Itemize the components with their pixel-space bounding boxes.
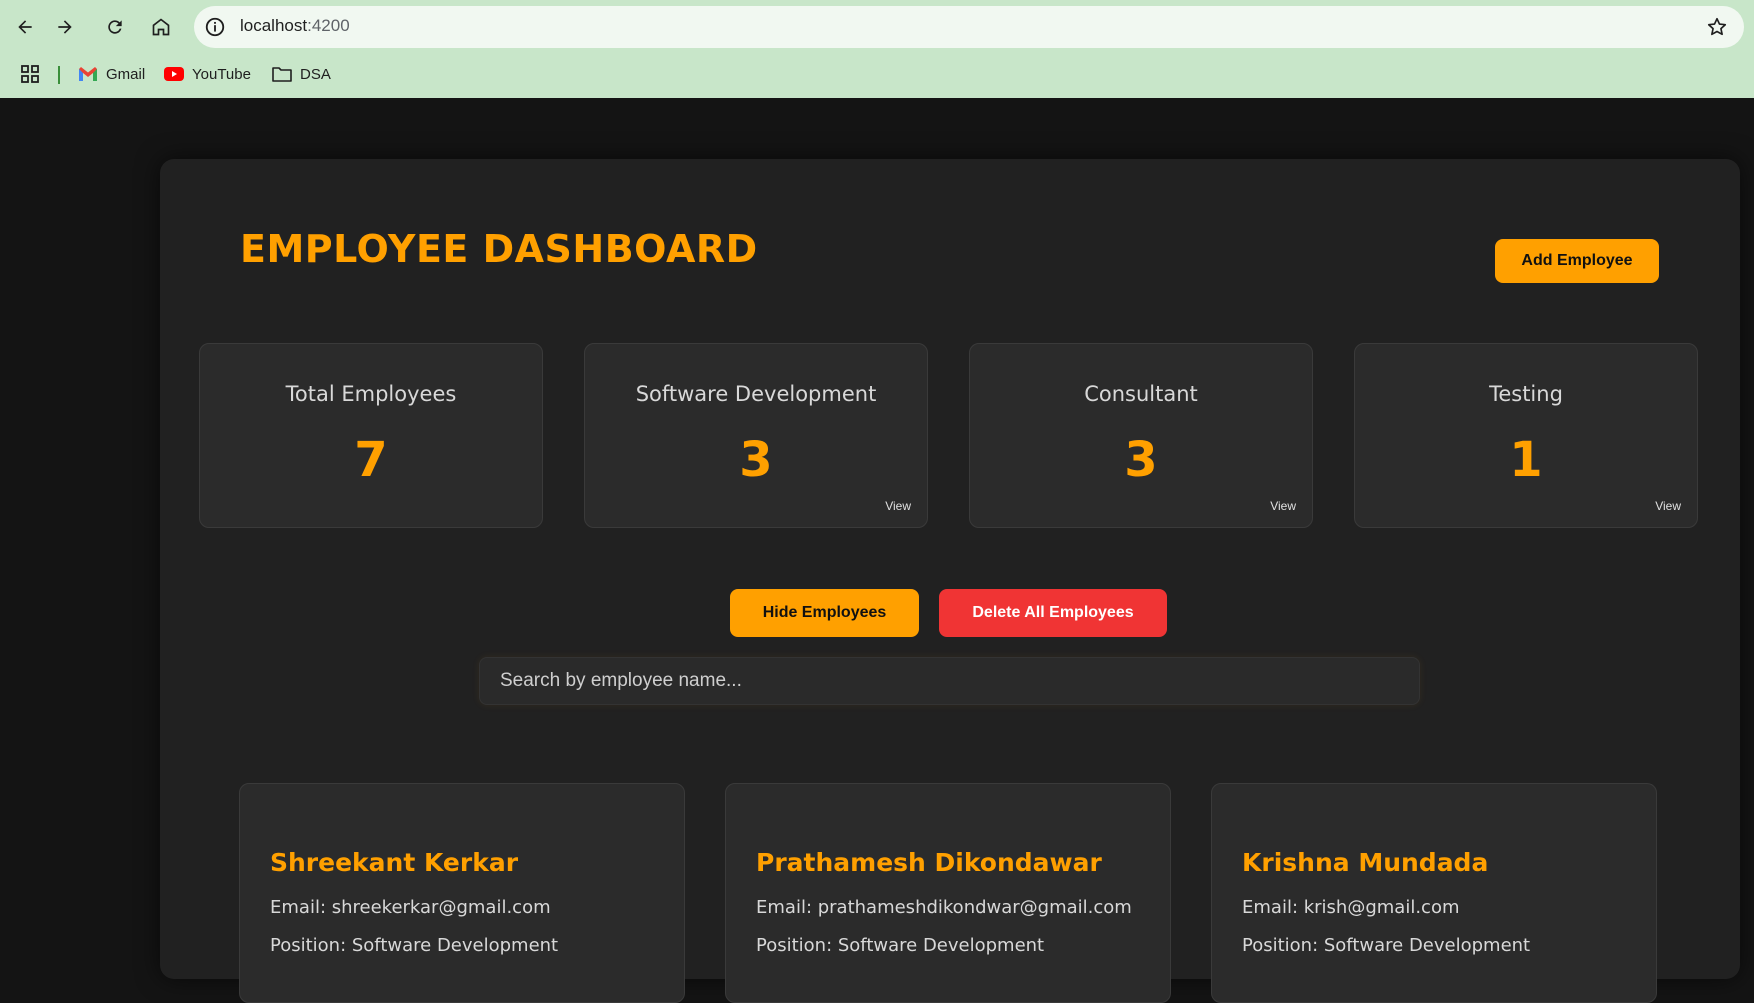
employee-name: Shreekant Kerkar	[270, 848, 519, 877]
bookmark-youtube[interactable]: YouTube	[164, 62, 251, 86]
site-info-icon[interactable]	[204, 16, 226, 38]
home-icon[interactable]	[146, 12, 176, 42]
stat-card-consultant: Consultant 3 View	[969, 343, 1313, 528]
dashboard-panel: EMPLOYEE DASHBOARD Add Employee Total Em…	[160, 159, 1740, 1003]
stat-value: 3	[739, 432, 773, 488]
bookmark-gmail[interactable]: Gmail	[78, 62, 145, 86]
view-link[interactable]: View	[1655, 499, 1681, 513]
address-bar[interactable]: localhost:4200	[194, 6, 1744, 48]
url-text: localhost:4200	[240, 16, 350, 35]
reload-icon[interactable]	[100, 12, 130, 42]
view-link[interactable]: View	[1270, 499, 1296, 513]
stat-card-total: Total Employees 7	[199, 343, 543, 528]
employee-email: Email: krish@gmail.com	[1242, 897, 1460, 918]
employee-name: Prathamesh Dikondawar	[756, 848, 1102, 877]
employee-position: Position: Software Development	[756, 935, 1045, 956]
employee-name: Krishna Mundada	[1242, 848, 1489, 877]
stat-card-testing: Testing 1 View	[1354, 343, 1698, 528]
bookmark-star-icon[interactable]	[1706, 16, 1728, 38]
page-title: EMPLOYEE DASHBOARD	[240, 227, 758, 271]
stat-label: Software Development	[635, 382, 877, 406]
employee-position: Position: Software Development	[270, 935, 559, 956]
delete-all-employees-button[interactable]: Delete All Employees	[939, 589, 1167, 637]
employee-card: Krishna Mundada Email: krish@gmail.com P…	[1211, 783, 1657, 1003]
employee-position: Position: Software Development	[1242, 935, 1531, 956]
add-employee-button[interactable]: Add Employee	[1495, 239, 1659, 283]
apps-grid-icon[interactable]	[20, 62, 40, 86]
youtube-icon	[164, 67, 184, 81]
back-arrow-icon[interactable]	[10, 12, 40, 42]
stat-label: Consultant	[1084, 382, 1198, 406]
employee-email: Email: shreekerkar@gmail.com	[270, 897, 551, 918]
forward-arrow-icon[interactable]	[50, 12, 80, 42]
employee-card: Prathamesh Dikondawar Email: prathameshd…	[725, 783, 1171, 1003]
hide-employees-button[interactable]: Hide Employees	[730, 589, 919, 637]
gmail-icon	[79, 67, 97, 81]
stat-card-software-development: Software Development 3 View	[584, 343, 928, 528]
stat-label: Total Employees	[285, 382, 457, 406]
bookmarks-separator	[58, 66, 60, 84]
bookmarks-bar: Gmail YouTube DSA	[0, 58, 1754, 88]
stat-value: 7	[354, 432, 388, 488]
stat-value: 1	[1509, 432, 1543, 488]
folder-icon	[272, 67, 292, 82]
employee-card: Shreekant Kerkar Email: shreekerkar@gmai…	[239, 783, 685, 1003]
stat-label: Testing	[1489, 382, 1563, 406]
bookmark-dsa-folder[interactable]: DSA	[272, 62, 331, 86]
browser-chrome: localhost:4200 Gmail YouTube DSA	[0, 0, 1754, 98]
view-link[interactable]: View	[885, 499, 911, 513]
employee-email: Email: prathameshdikondwar@gmail.com	[756, 897, 1132, 918]
search-input[interactable]	[479, 657, 1420, 705]
stat-value: 3	[1124, 432, 1158, 488]
